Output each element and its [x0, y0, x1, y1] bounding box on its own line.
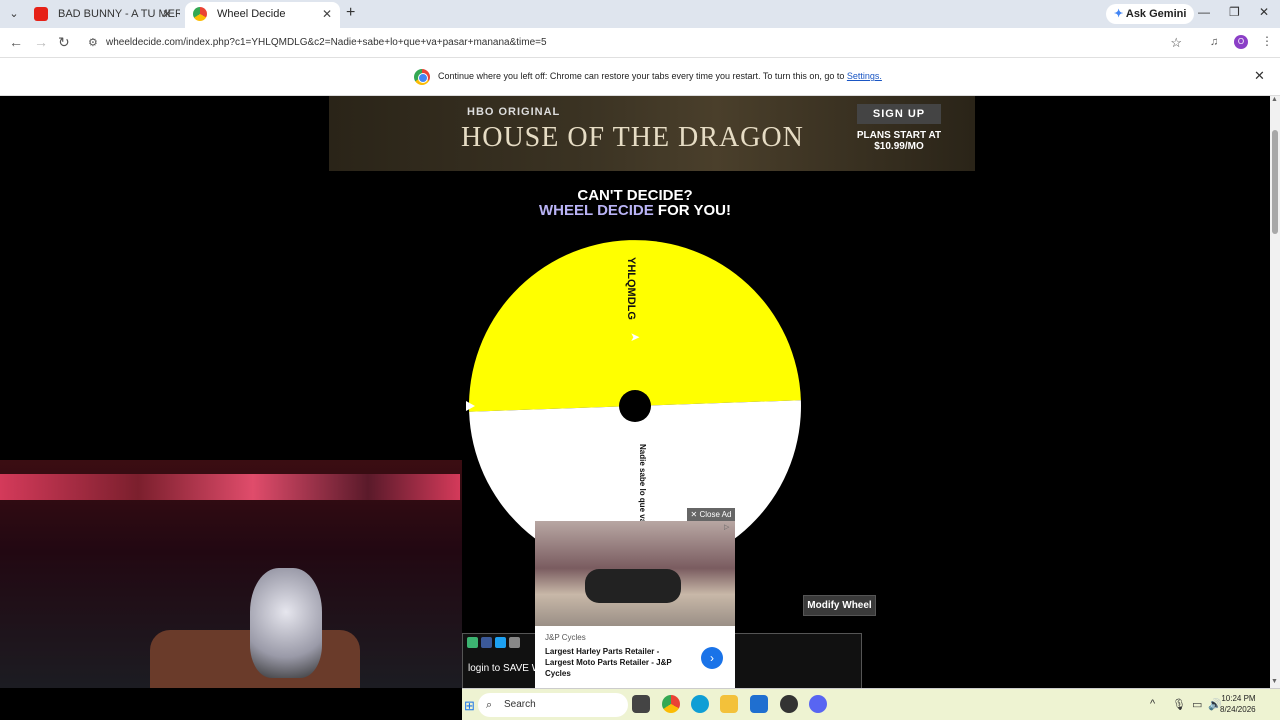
- infobar-text: Continue where you left off: Chrome can …: [438, 71, 845, 81]
- site-info-icon[interactable]: ⚙: [88, 32, 98, 54]
- task-view-icon[interactable]: [632, 695, 650, 713]
- search-icon: ⌕: [486, 699, 493, 711]
- headline-line1: CAN'T DECIDE?: [577, 187, 693, 204]
- chrome-icon: [414, 69, 430, 85]
- forward-button[interactable]: →: [34, 34, 48, 50]
- hbo-ad-banner[interactable]: HBO ORIGINAL HOUSE OF THE DRAGON SIGN UP…: [329, 96, 975, 171]
- restore-tabs-infobar: Continue where you left off: Chrome can …: [0, 58, 1280, 96]
- clock-time: 10:24 PM: [1221, 694, 1256, 703]
- close-tab-icon[interactable]: ✕: [322, 2, 332, 26]
- maximize-button[interactable]: ❐: [1229, 5, 1240, 19]
- wheel-label-yhlqmdlg: YHLQMDLG: [625, 257, 637, 320]
- youtube-icon: [34, 7, 48, 21]
- twitter-icon[interactable]: [495, 637, 506, 648]
- headline-accent: WHEEL DECIDE: [539, 202, 654, 219]
- ad-headline[interactable]: Largest Harley Parts Retailer - Largest …: [545, 646, 687, 679]
- file-explorer-icon[interactable]: [720, 695, 738, 713]
- favicon-icon: [193, 7, 207, 21]
- profile-avatar[interactable]: O: [1234, 35, 1248, 49]
- settings-link[interactable]: Settings.: [847, 71, 882, 81]
- scroll-up-icon[interactable]: ▲: [1271, 96, 1278, 103]
- tab-wheel-decide[interactable]: Wheel Decide ✕: [185, 2, 340, 28]
- microphone-icon[interactable]: 🎙: [1172, 698, 1186, 711]
- person-mask: [250, 568, 322, 678]
- led-lights: [0, 474, 460, 500]
- wheel-pointer-icon: [466, 401, 475, 411]
- wheel-hub[interactable]: [619, 390, 651, 422]
- share-icon[interactable]: [467, 637, 478, 648]
- browser-toolbar: ← → ↻ ⚙ wheeldecide.com/index.php?c1=YHL…: [0, 28, 1280, 58]
- page-headline: CAN'T DECIDE? WHEEL DECIDE FOR YOU!: [0, 188, 1270, 218]
- headline-line2: WHEEL DECIDE FOR YOU!: [0, 203, 1270, 218]
- modify-wheel-button[interactable]: Modify Wheel: [803, 595, 876, 616]
- new-tab-button[interactable]: +: [346, 4, 355, 22]
- ad-network-label: HBO ORIGINAL: [467, 106, 561, 118]
- email-icon[interactable]: [509, 637, 520, 648]
- minimize-button[interactable]: —: [1198, 5, 1210, 19]
- tab-search-chevron-icon[interactable]: ⌄: [6, 6, 22, 22]
- tab-bad-bunny[interactable]: BAD BUNNY - A TU MERCED | ✕: [26, 2, 180, 28]
- window-close-button[interactable]: ✕: [1259, 5, 1269, 19]
- media-control-icon[interactable]: ♫: [1210, 36, 1218, 48]
- network-icon[interactable]: ▭: [1192, 698, 1202, 711]
- ad-brand: J&P Cycles: [545, 633, 586, 642]
- search-placeholder: Search: [504, 699, 536, 710]
- discord-icon[interactable]: [809, 695, 827, 713]
- ad-image: [535, 521, 735, 626]
- motorcycle-image: [585, 569, 681, 603]
- tab-title: Wheel Decide: [217, 8, 286, 20]
- infobar-message: Continue where you left off: Chrome can …: [438, 71, 882, 81]
- facebook-icon[interactable]: [481, 637, 492, 648]
- edge-icon[interactable]: [691, 695, 709, 713]
- close-ad-button[interactable]: ✕ Close Ad: [687, 508, 735, 521]
- tray-chevron-icon[interactable]: ^: [1150, 698, 1155, 710]
- ad-price-line2: $10.99/MO: [874, 141, 924, 152]
- infobar-close-icon[interactable]: ✕: [1254, 68, 1265, 84]
- ask-gemini-label: Ask Gemini: [1125, 8, 1187, 20]
- clock-date: 8/24/2026: [1220, 705, 1256, 714]
- headline-rest: FOR YOU!: [653, 202, 731, 219]
- mouse-cursor-icon: ➤: [630, 330, 641, 344]
- back-button[interactable]: ←: [9, 34, 23, 50]
- adchoices-icon[interactable]: ▷: [724, 523, 729, 531]
- tab-strip: ⌄ BAD BUNNY - A TU MERCED | ✕ Wheel Deci…: [0, 0, 1280, 28]
- jp-cycles-ad[interactable]: ▷ J&P Cycles Largest Harley Parts Retail…: [535, 521, 735, 688]
- scroll-down-icon[interactable]: ▼: [1271, 678, 1278, 685]
- store-icon[interactable]: [750, 695, 768, 713]
- url-text: wheeldecide.com/index.php?c1=YHLQMDLG&c2…: [106, 37, 547, 48]
- reload-button[interactable]: ↻: [58, 34, 70, 51]
- system-clock[interactable]: 10:24 PM 8/24/2026: [1220, 693, 1256, 715]
- ask-gemini-button[interactable]: ✦ Ask Gemini: [1106, 4, 1195, 24]
- start-button[interactable]: ⊞: [464, 698, 475, 714]
- ad-title: HOUSE OF THE DRAGON: [461, 122, 804, 153]
- menu-kebab-icon[interactable]: ⋮: [1261, 34, 1273, 48]
- ad-signup-button[interactable]: SIGN UP: [857, 104, 941, 124]
- scrollbar-thumb[interactable]: [1272, 130, 1278, 234]
- login-save-text[interactable]: login to SAVE W: [468, 663, 541, 674]
- page-scrollbar[interactable]: ▲ ▼: [1270, 96, 1280, 688]
- page-content: HBO ORIGINAL HOUSE OF THE DRAGON SIGN UP…: [0, 96, 1270, 688]
- webcam-overlay: [0, 460, 462, 688]
- close-tab-icon[interactable]: ✕: [162, 2, 172, 26]
- ad-price-line1: PLANS START AT: [856, 130, 942, 141]
- windows-taskbar: ⊞ ⌕ Search ^ 🎙 ▭ 🔊 10:24 PM 8/24/2026: [462, 688, 1280, 720]
- address-bar[interactable]: ⚙ wheeldecide.com/index.php?c1=YHLQMDLG&…: [84, 32, 1194, 54]
- bookmark-star-icon[interactable]: ☆: [1170, 32, 1182, 54]
- gemini-icon: ✦: [1114, 8, 1126, 20]
- share-buttons: [467, 637, 520, 648]
- ad-price: PLANS START AT $10.99/MO: [847, 130, 951, 152]
- chrome-taskbar-icon[interactable]: [662, 695, 680, 713]
- obs-icon[interactable]: [780, 695, 798, 713]
- ad-go-button[interactable]: ›: [701, 647, 723, 669]
- taskbar-search[interactable]: ⌕ Search: [478, 693, 628, 717]
